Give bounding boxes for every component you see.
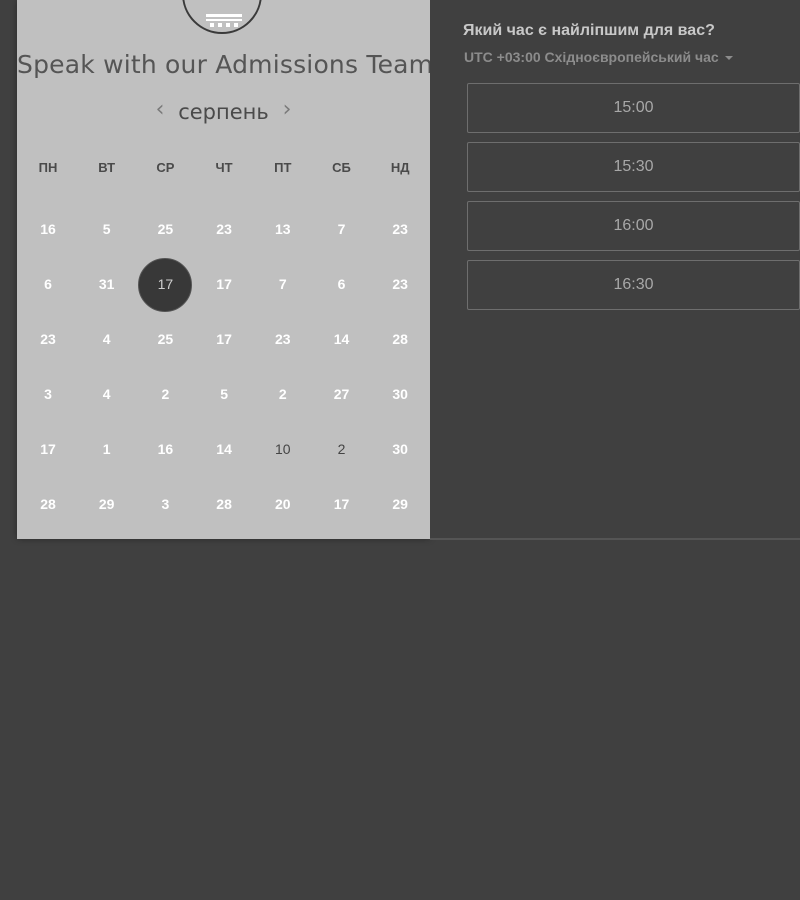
calendar-day[interactable]: 2: [136, 367, 194, 421]
calendar-day[interactable]: 23: [371, 202, 429, 256]
calendar-grid: 16 5 25 23 13 7 23 6 31 17 17 7 6 23 23 4 25 17 23 14 28 3 4 2 5…: [19, 202, 430, 532]
calendar-day[interactable]: 14: [313, 312, 371, 366]
calendar-day[interactable]: 28: [19, 477, 77, 531]
calendar-day[interactable]: 10: [254, 422, 312, 476]
calendar-day[interactable]: 27: [313, 367, 371, 421]
calendar-day[interactable]: 23: [371, 257, 429, 311]
calendar-day[interactable]: 20: [254, 477, 312, 531]
calendar-day[interactable]: 14: [195, 422, 253, 476]
weekday-label: ЧТ: [215, 160, 233, 175]
calendar-day[interactable]: 6: [19, 257, 77, 311]
month-label: серпень: [178, 100, 269, 124]
calendar-day[interactable]: 29: [371, 477, 429, 531]
calendar-day[interactable]: 6: [313, 257, 371, 311]
calendar-day[interactable]: 7: [254, 257, 312, 311]
calendar-day[interactable]: 17: [19, 422, 77, 476]
calendar-day[interactable]: 25: [136, 202, 194, 256]
calendar-title: Speak with our Admissions Team: [17, 50, 434, 79]
calendar-day[interactable]: 5: [195, 367, 253, 421]
weekday-label: НД: [390, 160, 410, 175]
weekday-label: ПН: [38, 160, 58, 175]
calendar-day[interactable]: 2: [313, 422, 371, 476]
time-selection-panel: Який час є найліпшим для вас? UTC +03:00…: [430, 0, 800, 539]
calendar-day[interactable]: 28: [371, 312, 429, 366]
next-month-icon[interactable]: ›: [277, 98, 297, 122]
calendar-day[interactable]: 13: [254, 202, 312, 256]
time-slot-button[interactable]: 15:00: [467, 83, 800, 133]
selected-day-label: 17: [138, 258, 193, 313]
weekday-header: ПН ВТ СР ЧТ ПТ СБ НД: [19, 158, 430, 180]
timezone-label: UTC +03:00 Східноєвропейський час: [464, 49, 719, 65]
calendar-day[interactable]: 2: [254, 367, 312, 421]
calendar-day[interactable]: 7: [313, 202, 371, 256]
scheduler-page: Speak with our Admissions Team ‹ серпень…: [0, 0, 800, 900]
calendar-day[interactable]: 17: [313, 477, 371, 531]
logo-mark: [198, 12, 250, 32]
time-question: Який час є найліпшим для вас?: [463, 22, 715, 39]
calendar-day[interactable]: 4: [78, 367, 136, 421]
calendar-day[interactable]: 30: [371, 422, 429, 476]
month-navigation: ‹ серпень ›: [17, 96, 430, 128]
calendar-day[interactable]: 31: [78, 257, 136, 311]
calendar-day[interactable]: 23: [195, 202, 253, 256]
weekday-label: ПТ: [274, 160, 292, 175]
calendar-day[interactable]: 5: [78, 202, 136, 256]
divider: [430, 538, 800, 540]
calendar-day[interactable]: 30: [371, 367, 429, 421]
calendar-day[interactable]: 25: [136, 312, 194, 366]
calendar-day[interactable]: 3: [136, 477, 194, 531]
caret-down-icon: [724, 56, 733, 61]
calendar-day[interactable]: 23: [254, 312, 312, 366]
time-slot-button[interactable]: 16:00: [467, 201, 800, 251]
calendar-day[interactable]: 29: [78, 477, 136, 531]
time-slot-button[interactable]: 15:30: [467, 142, 800, 192]
calendar-day[interactable]: 23: [19, 312, 77, 366]
weekday-label: СР: [156, 160, 175, 175]
calendar-day-selected[interactable]: 17: [136, 257, 194, 313]
calendar-day[interactable]: 28: [195, 477, 253, 531]
calendar-day[interactable]: 16: [19, 202, 77, 256]
time-slot-button[interactable]: 16:30: [467, 260, 800, 310]
calendar-day[interactable]: 16: [136, 422, 194, 476]
school-logo-icon: [182, 0, 262, 34]
calendar-day[interactable]: 4: [78, 312, 136, 366]
timezone-selector[interactable]: UTC +03:00 Східноєвропейський час: [464, 49, 733, 65]
calendar-day[interactable]: 17: [195, 257, 253, 311]
weekday-label: СБ: [332, 160, 351, 175]
calendar-day[interactable]: 3: [19, 367, 77, 421]
calendar-day[interactable]: 1: [78, 422, 136, 476]
weekday-label: ВТ: [98, 160, 116, 175]
calendar-panel: Speak with our Admissions Team ‹ серпень…: [17, 0, 434, 539]
calendar-day[interactable]: 17: [195, 312, 253, 366]
